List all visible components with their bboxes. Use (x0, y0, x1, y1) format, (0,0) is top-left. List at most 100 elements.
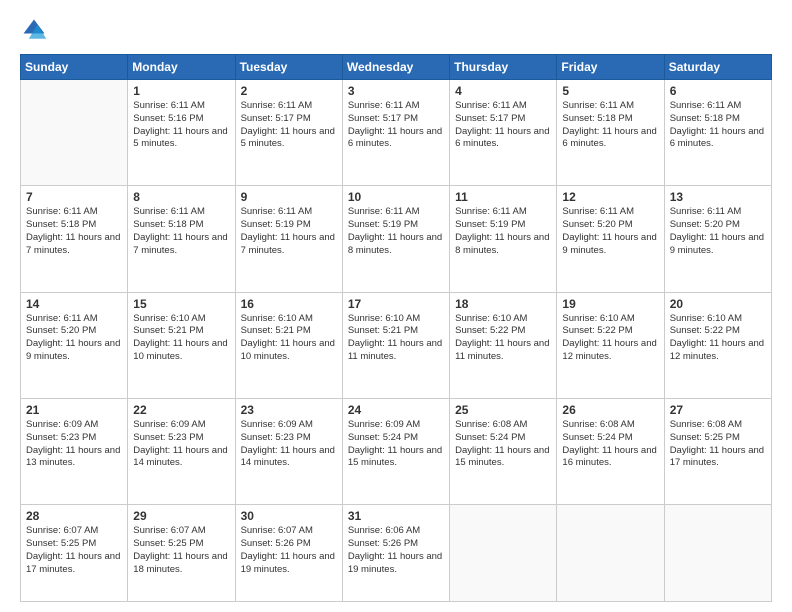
day-number: 10 (348, 190, 444, 204)
day-info: Sunrise: 6:11 AMSunset: 5:20 PMDaylight:… (670, 206, 766, 257)
calendar-week-row: 28 Sunrise: 6:07 AMSunset: 5:25 PMDayligh… (21, 505, 772, 602)
day-number: 9 (241, 190, 337, 204)
calendar-cell: 28 Sunrise: 6:07 AMSunset: 5:25 PMDayligh… (21, 505, 128, 602)
calendar-cell: 20Sunrise: 6:10 AMSunset: 5:22 PMDayligh… (664, 292, 771, 398)
day-info: Sunrise: 6:11 AMSunset: 5:19 PMDaylight:… (348, 206, 444, 257)
day-info: Sunrise: 6:11 AMSunset: 5:18 PMDaylight:… (26, 206, 122, 257)
day-number: 15 (133, 297, 229, 311)
day-number: 31 (348, 509, 444, 523)
day-number: 3 (348, 84, 444, 98)
calendar-cell: 24 Sunrise: 6:09 AMSunset: 5:24 PMDayligh… (342, 398, 449, 504)
day-number: 8 (133, 190, 229, 204)
day-number: 13 (670, 190, 766, 204)
day-info: Sunrise: 6:11 AMSunset: 5:16 PMDaylight:… (133, 100, 229, 151)
day-info: Sunrise: 6:08 AMSunset: 5:24 PMDaylight:… (562, 419, 658, 470)
day-number: 27 (670, 403, 766, 417)
day-info: Sunrise: 6:07 AMSunset: 5:26 PMDaylight:… (241, 525, 337, 576)
day-info: Sunrise: 6:06 AMSunset: 5:26 PMDaylight:… (348, 525, 444, 576)
calendar-cell: 15 Sunrise: 6:10 AMSunset: 5:21 PMDayligh… (128, 292, 235, 398)
page: SundayMondayTuesdayWednesdayThursdayFrid… (0, 0, 792, 612)
calendar-cell: 26 Sunrise: 6:08 AMSunset: 5:24 PMDayligh… (557, 398, 664, 504)
day-info: Sunrise: 6:07 AMSunset: 5:25 PMDaylight:… (26, 525, 122, 576)
calendar-cell: 31 Sunrise: 6:06 AMSunset: 5:26 PMDayligh… (342, 505, 449, 602)
day-info: Sunrise: 6:09 AMSunset: 5:23 PMDaylight:… (133, 419, 229, 470)
calendar-cell: 23 Sunrise: 6:09 AMSunset: 5:23 PMDayligh… (235, 398, 342, 504)
day-info: Sunrise: 6:08 AMSunset: 5:25 PMDaylight:… (670, 419, 766, 470)
day-number: 6 (670, 84, 766, 98)
logo (20, 16, 52, 44)
header (20, 16, 772, 44)
day-number: 24 (348, 403, 444, 417)
day-number: 12 (562, 190, 658, 204)
calendar-cell: 14 Sunrise: 6:11 AMSunset: 5:20 PMDayligh… (21, 292, 128, 398)
calendar-cell: 2 Sunrise: 6:11 AMSunset: 5:17 PMDaylight… (235, 80, 342, 186)
calendar-week-row: 21 Sunrise: 6:09 AMSunset: 5:23 PMDayligh… (21, 398, 772, 504)
day-number: 28 (26, 509, 122, 523)
day-number: 29 (133, 509, 229, 523)
day-info: Sunrise: 6:10 AMSunset: 5:21 PMDaylight:… (133, 313, 229, 364)
day-number: 26 (562, 403, 658, 417)
day-info: Sunrise: 6:09 AMSunset: 5:23 PMDaylight:… (26, 419, 122, 470)
day-number: 30 (241, 509, 337, 523)
day-number: 19 (562, 297, 658, 311)
calendar-cell: 27 Sunrise: 6:08 AMSunset: 5:25 PMDayligh… (664, 398, 771, 504)
day-number: 18 (455, 297, 551, 311)
calendar-cell: 17 Sunrise: 6:10 AMSunset: 5:21 PMDayligh… (342, 292, 449, 398)
day-number: 17 (348, 297, 444, 311)
calendar-cell: 10 Sunrise: 6:11 AMSunset: 5:19 PMDayligh… (342, 186, 449, 292)
day-info: Sunrise: 6:11 AMSunset: 5:17 PMDaylight:… (455, 100, 551, 151)
day-info: Sunrise: 6:11 AMSunset: 5:20 PMDaylight:… (562, 206, 658, 257)
day-info: Sunrise: 6:10 AMSunset: 5:22 PMDaylight:… (670, 313, 766, 364)
calendar-cell: 29 Sunrise: 6:07 AMSunset: 5:25 PMDayligh… (128, 505, 235, 602)
calendar-cell: 16Sunrise: 6:10 AMSunset: 5:21 PMDayligh… (235, 292, 342, 398)
calendar-cell: 11 Sunrise: 6:11 AMSunset: 5:19 PMDayligh… (450, 186, 557, 292)
day-number: 4 (455, 84, 551, 98)
weekday-tuesday: Tuesday (235, 55, 342, 80)
calendar-cell (664, 505, 771, 602)
calendar-cell: 4 Sunrise: 6:11 AMSunset: 5:17 PMDaylight… (450, 80, 557, 186)
day-info: Sunrise: 6:11 AMSunset: 5:17 PMDaylight:… (348, 100, 444, 151)
day-info: Sunrise: 6:11 AMSunset: 5:20 PMDaylight:… (26, 313, 122, 364)
day-info: Sunrise: 6:09 AMSunset: 5:24 PMDaylight:… (348, 419, 444, 470)
day-number: 11 (455, 190, 551, 204)
calendar-cell: 13 Sunrise: 6:11 AMSunset: 5:20 PMDayligh… (664, 186, 771, 292)
day-number: 14 (26, 297, 122, 311)
calendar-week-row: 7Sunrise: 6:11 AMSunset: 5:18 PMDaylight… (21, 186, 772, 292)
weekday-sunday: Sunday (21, 55, 128, 80)
weekday-monday: Monday (128, 55, 235, 80)
day-number: 22 (133, 403, 229, 417)
calendar-week-row: 14 Sunrise: 6:11 AMSunset: 5:20 PMDayligh… (21, 292, 772, 398)
day-info: Sunrise: 6:11 AMSunset: 5:18 PMDaylight:… (670, 100, 766, 151)
calendar-week-row: 1Sunrise: 6:11 AMSunset: 5:16 PMDaylight… (21, 80, 772, 186)
day-info: Sunrise: 6:08 AMSunset: 5:24 PMDaylight:… (455, 419, 551, 470)
day-number: 21 (26, 403, 122, 417)
day-info: Sunrise: 6:11 AMSunset: 5:19 PMDaylight:… (455, 206, 551, 257)
day-info: Sunrise: 6:11 AMSunset: 5:18 PMDaylight:… (133, 206, 229, 257)
calendar-cell: 9 Sunrise: 6:11 AMSunset: 5:19 PMDaylight… (235, 186, 342, 292)
calendar-cell: 7Sunrise: 6:11 AMSunset: 5:18 PMDaylight… (21, 186, 128, 292)
weekday-header-row: SundayMondayTuesdayWednesdayThursdayFrid… (21, 55, 772, 80)
day-info: Sunrise: 6:10 AMSunset: 5:22 PMDaylight:… (562, 313, 658, 364)
day-info: Sunrise: 6:11 AMSunset: 5:17 PMDaylight:… (241, 100, 337, 151)
weekday-wednesday: Wednesday (342, 55, 449, 80)
day-info: Sunrise: 6:10 AMSunset: 5:22 PMDaylight:… (455, 313, 551, 364)
day-info: Sunrise: 6:11 AMSunset: 5:19 PMDaylight:… (241, 206, 337, 257)
calendar-cell: 5Sunrise: 6:11 AMSunset: 5:18 PMDaylight… (557, 80, 664, 186)
calendar-cell: 19 Sunrise: 6:10 AMSunset: 5:22 PMDayligh… (557, 292, 664, 398)
day-number: 2 (241, 84, 337, 98)
day-info: Sunrise: 6:10 AMSunset: 5:21 PMDaylight:… (348, 313, 444, 364)
day-number: 23 (241, 403, 337, 417)
calendar-cell: 1Sunrise: 6:11 AMSunset: 5:16 PMDaylight… (128, 80, 235, 186)
day-number: 25 (455, 403, 551, 417)
calendar-cell: 12 Sunrise: 6:11 AMSunset: 5:20 PMDayligh… (557, 186, 664, 292)
calendar-cell (557, 505, 664, 602)
calendar-table: SundayMondayTuesdayWednesdayThursdayFrid… (20, 54, 772, 602)
day-info: Sunrise: 6:09 AMSunset: 5:23 PMDaylight:… (241, 419, 337, 470)
day-info: Sunrise: 6:07 AMSunset: 5:25 PMDaylight:… (133, 525, 229, 576)
day-number: 16 (241, 297, 337, 311)
day-info: Sunrise: 6:11 AMSunset: 5:18 PMDaylight:… (562, 100, 658, 151)
calendar-cell: 21 Sunrise: 6:09 AMSunset: 5:23 PMDayligh… (21, 398, 128, 504)
calendar-cell: 30 Sunrise: 6:07 AMSunset: 5:26 PMDayligh… (235, 505, 342, 602)
calendar-cell: 25 Sunrise: 6:08 AMSunset: 5:24 PMDayligh… (450, 398, 557, 504)
calendar-cell (21, 80, 128, 186)
